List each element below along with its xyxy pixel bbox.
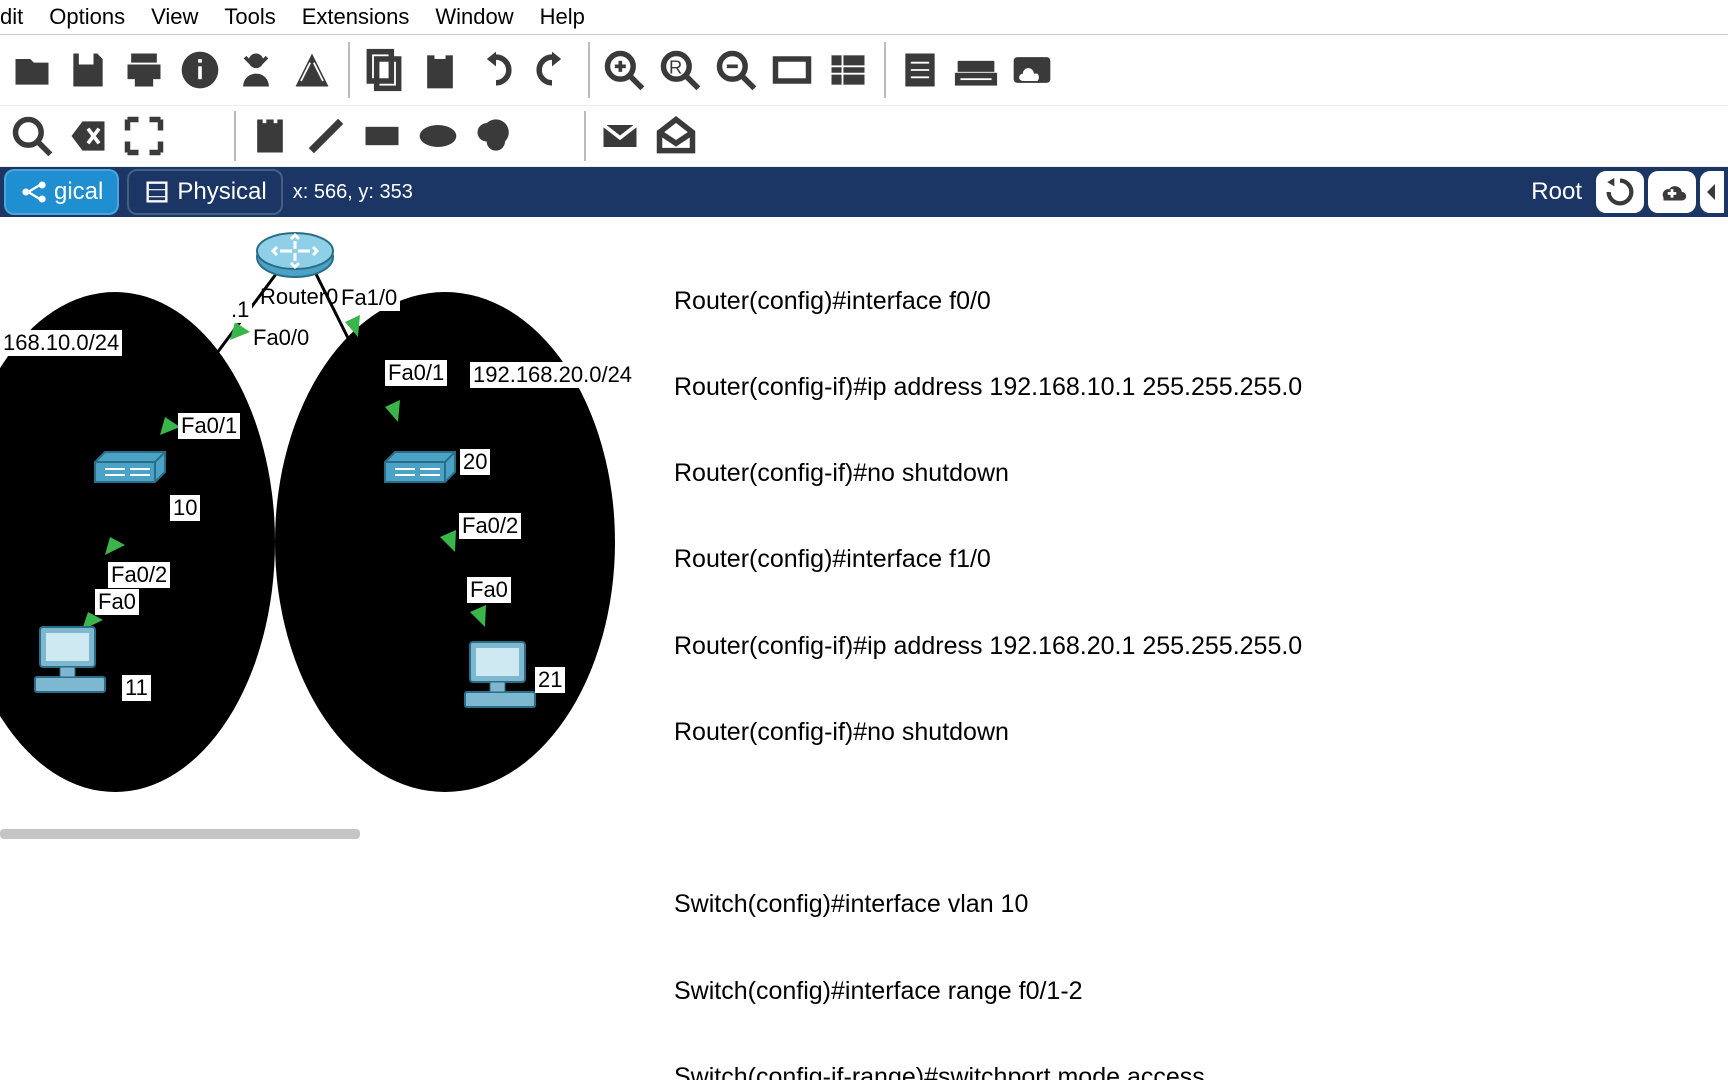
cmd-line: Router(config-if)#no shutdown [674, 459, 1315, 488]
switch0-if-down: Fa0/2 [108, 562, 170, 588]
toolbar-separator [346, 42, 350, 98]
menu-bar: dit Options View Tools Extensions Window… [0, 0, 1728, 34]
secondary-toolbar [0, 106, 1728, 167]
menu-tools[interactable]: Tools [224, 4, 275, 30]
pc0-label: PC0 [46, 699, 89, 725]
toolbar-separator [528, 111, 586, 161]
pc1-if: Fa0 [467, 577, 511, 603]
router-if-right: Fa1/0 [338, 285, 400, 311]
nav-button[interactable] [1700, 171, 1724, 213]
pc0-if: Fa0 [95, 589, 139, 615]
zone-green[interactable] [0, 292, 275, 792]
save-icon[interactable] [60, 42, 116, 98]
cmd-line: Router(config-if)#ip address 192.168.10.… [674, 373, 1315, 402]
cmd-line: Switch(config-if-range)#switchport mode … [674, 1063, 1315, 1080]
menu-window[interactable]: Window [435, 4, 513, 30]
info-icon[interactable] [172, 42, 228, 98]
redo-icon[interactable] [524, 42, 580, 98]
switch1-vlan: 20 [460, 449, 490, 475]
pc1-label: PC1 [477, 715, 520, 741]
freeform-icon[interactable] [466, 111, 522, 161]
toolbar-separator [586, 42, 590, 98]
back-button[interactable] [1596, 171, 1644, 213]
toolbar-separator [178, 111, 236, 161]
device-icon[interactable] [948, 42, 1004, 98]
pc1-host: 21 [535, 667, 565, 693]
switch0-if-up: Fa0/1 [178, 413, 240, 439]
line-icon[interactable] [298, 111, 354, 161]
menu-edit[interactable]: dit [0, 4, 23, 30]
inspect-icon[interactable] [4, 111, 60, 161]
pc0-device[interactable] [30, 622, 115, 702]
zoom-out-icon[interactable] [708, 42, 764, 98]
router0-label: Router0 [260, 284, 338, 310]
cloud-icon[interactable] [1004, 42, 1060, 98]
menu-help[interactable]: Help [540, 4, 585, 30]
rectangle-icon[interactable] [354, 111, 410, 161]
router-if-left: Fa0/0 [250, 325, 312, 351]
delete-icon[interactable] [60, 111, 116, 161]
router0-device[interactable] [255, 227, 335, 287]
activity-wizard-icon[interactable] [228, 42, 284, 98]
cloud-add-button[interactable] [1648, 171, 1696, 213]
message-open-icon[interactable] [648, 111, 704, 161]
copy-icon[interactable] [356, 42, 412, 98]
menu-view[interactable]: View [151, 4, 198, 30]
paste-icon[interactable] [412, 42, 468, 98]
switch1-if-down: Fa0/2 [459, 513, 521, 539]
coords-label: x: 566, y: 353 [293, 181, 413, 204]
workspace-canvas[interactable]: Router0 .1 Fa0/0 Fa1/0 168.10.0/24 192.1… [0, 217, 1728, 1077]
physical-label: Physical [177, 178, 266, 206]
wizard-icon[interactable] [284, 42, 340, 98]
cmd-line: Router(config)#interface f0/0 [674, 287, 1315, 316]
open-icon[interactable] [4, 42, 60, 98]
svg-text:R: R [669, 57, 682, 78]
message-closed-icon[interactable] [592, 111, 648, 161]
logical-label: gical [54, 178, 103, 206]
note-icon[interactable] [242, 111, 298, 161]
undo-icon[interactable] [468, 42, 524, 98]
logical-icon [20, 175, 48, 209]
zoom-reset-icon[interactable]: R [652, 42, 708, 98]
horizontal-scrollbar[interactable] [0, 829, 360, 839]
view-bar: gical Physical x: 566, y: 353 Root [0, 167, 1728, 217]
switch1-device[interactable] [380, 447, 460, 497]
switch1-label: Switch1 [372, 495, 449, 521]
pdu-list-icon[interactable] [892, 42, 948, 98]
zoom-in-icon[interactable] [596, 42, 652, 98]
cmd-line: Router(config)#interface f1/0 [674, 545, 1315, 574]
viewport-icon[interactable] [764, 42, 820, 98]
router-ip-label: .1 [228, 297, 252, 323]
cmd-line: Switch(config)#interface range f0/1-2 [674, 977, 1315, 1006]
ellipse-icon[interactable] [410, 111, 466, 161]
resize-icon[interactable] [116, 111, 172, 161]
cmd-line: Router(config-if)#no shutdown [674, 718, 1315, 747]
pc0-host: 11 [122, 675, 151, 701]
cmd-line: Router(config-if)#ip address 192.168.20.… [674, 632, 1315, 661]
green-subnet-label: 168.10.0/24 [0, 330, 122, 356]
config-note[interactable]: Router(config)#interface f0/0 Router(con… [674, 229, 1315, 1080]
physical-tab[interactable]: Physical [127, 169, 282, 215]
menu-extensions[interactable]: Extensions [302, 4, 410, 30]
print-icon[interactable] [116, 42, 172, 98]
cmd-line: Switch(config)#interface vlan 10 [674, 890, 1315, 919]
switch1-if-up: Fa0/1 [385, 360, 447, 386]
toolbar-separator [882, 42, 886, 98]
table-icon[interactable] [820, 42, 876, 98]
menu-options[interactable]: Options [49, 4, 125, 30]
switch0-device[interactable] [90, 447, 170, 497]
link-status-icon [230, 322, 250, 340]
physical-icon [143, 175, 171, 209]
root-label: Root [1531, 178, 1582, 206]
logical-tab[interactable]: gical [4, 169, 119, 215]
cmd-line [674, 804, 1315, 833]
switch0-label: Switch0 [82, 497, 159, 523]
switch0-vlan: 10 [170, 495, 200, 521]
pc1-device[interactable] [460, 637, 545, 717]
main-toolbar: R [0, 34, 1728, 106]
yellow-subnet-label: 192.168.20.0/24 [470, 362, 635, 388]
